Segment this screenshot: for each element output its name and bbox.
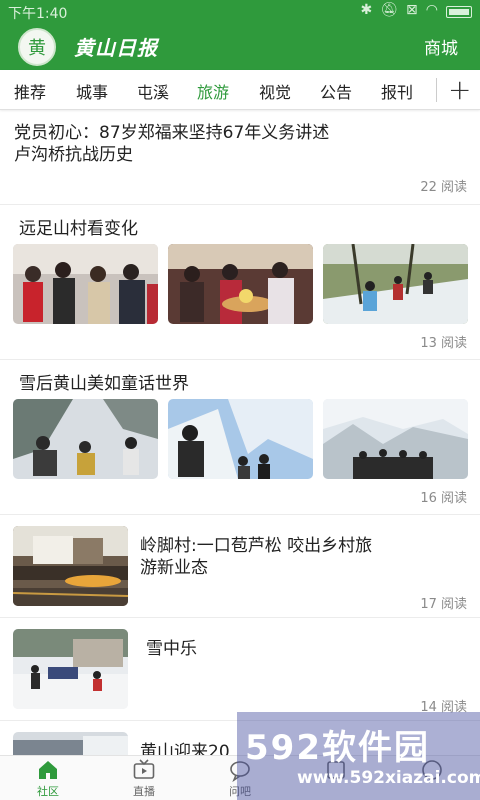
read-count: 13 阅读: [420, 336, 467, 351]
item-title: 黄山迎来20: [140, 742, 230, 755]
item-title-line2: 游新业态: [140, 558, 208, 578]
tv-icon: [133, 759, 155, 779]
mute-icon: 🔕︎: [380, 2, 399, 18]
list-item[interactable]: 党员初心：87岁郑福来坚持67年义务讲述 卢沟桥抗战历史 22 阅读: [0, 110, 480, 205]
thumbnail-image: [13, 629, 128, 709]
status-time: 下午1:40: [8, 6, 68, 22]
nav-community[interactable]: 社区: [18, 758, 78, 799]
news-feed: 党员初心：87岁郑福来坚持67年义务讲述 卢沟桥抗战历史 22 阅读 远足山村看…: [0, 110, 480, 755]
bluetooth-icon: ✱: [360, 2, 373, 18]
list-item[interactable]: 雪中乐 14 阅读: [0, 618, 480, 721]
app-logo: 黄山日报: [74, 36, 158, 60]
category-tabs: 推荐 城事 屯溪 旅游 视觉 公告 报刊 +: [0, 70, 480, 110]
tab-recommend[interactable]: 推荐: [14, 79, 46, 103]
item-title-line1: 岭脚村:一口苞芦松 咬出乡村旅: [140, 536, 373, 556]
item-title: 雪后黄山美如童话世界: [19, 374, 189, 394]
thumbnail-image: [13, 732, 128, 755]
tab-travel[interactable]: 旅游: [197, 79, 229, 103]
nav-label: 直播: [133, 785, 155, 798]
wifi-icon: ◠: [425, 2, 438, 18]
avatar[interactable]: 黄: [18, 28, 56, 66]
status-bar: 下午1:40 ✱ 🔕︎ ⊠ ◠: [0, 0, 480, 22]
list-item[interactable]: 雪后黄山美如童话世界 16 阅读: [0, 360, 480, 515]
read-count: 17 阅读: [420, 597, 467, 612]
tab-city[interactable]: 城事: [76, 79, 108, 103]
read-count: 22 阅读: [420, 180, 467, 195]
home-icon: [39, 761, 57, 779]
tab-newspaper[interactable]: 报刊: [381, 79, 413, 103]
app-header: 黄 黄山日报 商城: [0, 22, 480, 70]
item-title-line2: 卢沟桥抗战历史: [14, 145, 133, 165]
nav-label: 社区: [37, 785, 59, 798]
item-title: 远足山村看变化: [19, 219, 138, 239]
list-item[interactable]: 岭脚村:一口苞芦松 咬出乡村旅 游新业态 17 阅读: [0, 515, 480, 618]
watermark-text: 592软件园: [245, 728, 430, 768]
thumbnail-image: [13, 399, 158, 479]
mall-button[interactable]: 商城: [424, 34, 458, 59]
tab-visual[interactable]: 视觉: [259, 79, 291, 103]
battery-icon: [446, 6, 472, 18]
tab-notice[interactable]: 公告: [320, 79, 352, 103]
nav-live[interactable]: 直播: [114, 758, 174, 799]
thumbnail-image: [323, 244, 468, 324]
no-sim-icon: ⊠: [406, 2, 418, 18]
item-title-line1: 党员初心：87岁郑福来坚持67年义务讲述: [14, 123, 330, 143]
thumbnail-image: [168, 399, 313, 479]
watermark-url: www.592xiazai.com: [297, 768, 480, 788]
tab-divider: [436, 78, 437, 102]
tab-tunxi[interactable]: 屯溪: [137, 79, 169, 103]
status-icons: ✱ 🔕︎ ⊠ ◠: [361, 2, 472, 18]
thumbnail-image: [13, 244, 158, 324]
thumbnail-image: [13, 526, 128, 606]
read-count: 16 阅读: [420, 491, 467, 506]
item-title: 雪中乐: [146, 639, 197, 659]
watermark: 592软件园 www.592xiazai.com: [237, 712, 480, 800]
logo-char: 黄: [28, 38, 46, 59]
thumbnail-image: [168, 244, 313, 324]
thumbnail-image: [323, 399, 468, 479]
list-item[interactable]: 远足山村看变化 13 阅读: [0, 205, 480, 360]
add-channel-icon[interactable]: +: [448, 73, 471, 106]
